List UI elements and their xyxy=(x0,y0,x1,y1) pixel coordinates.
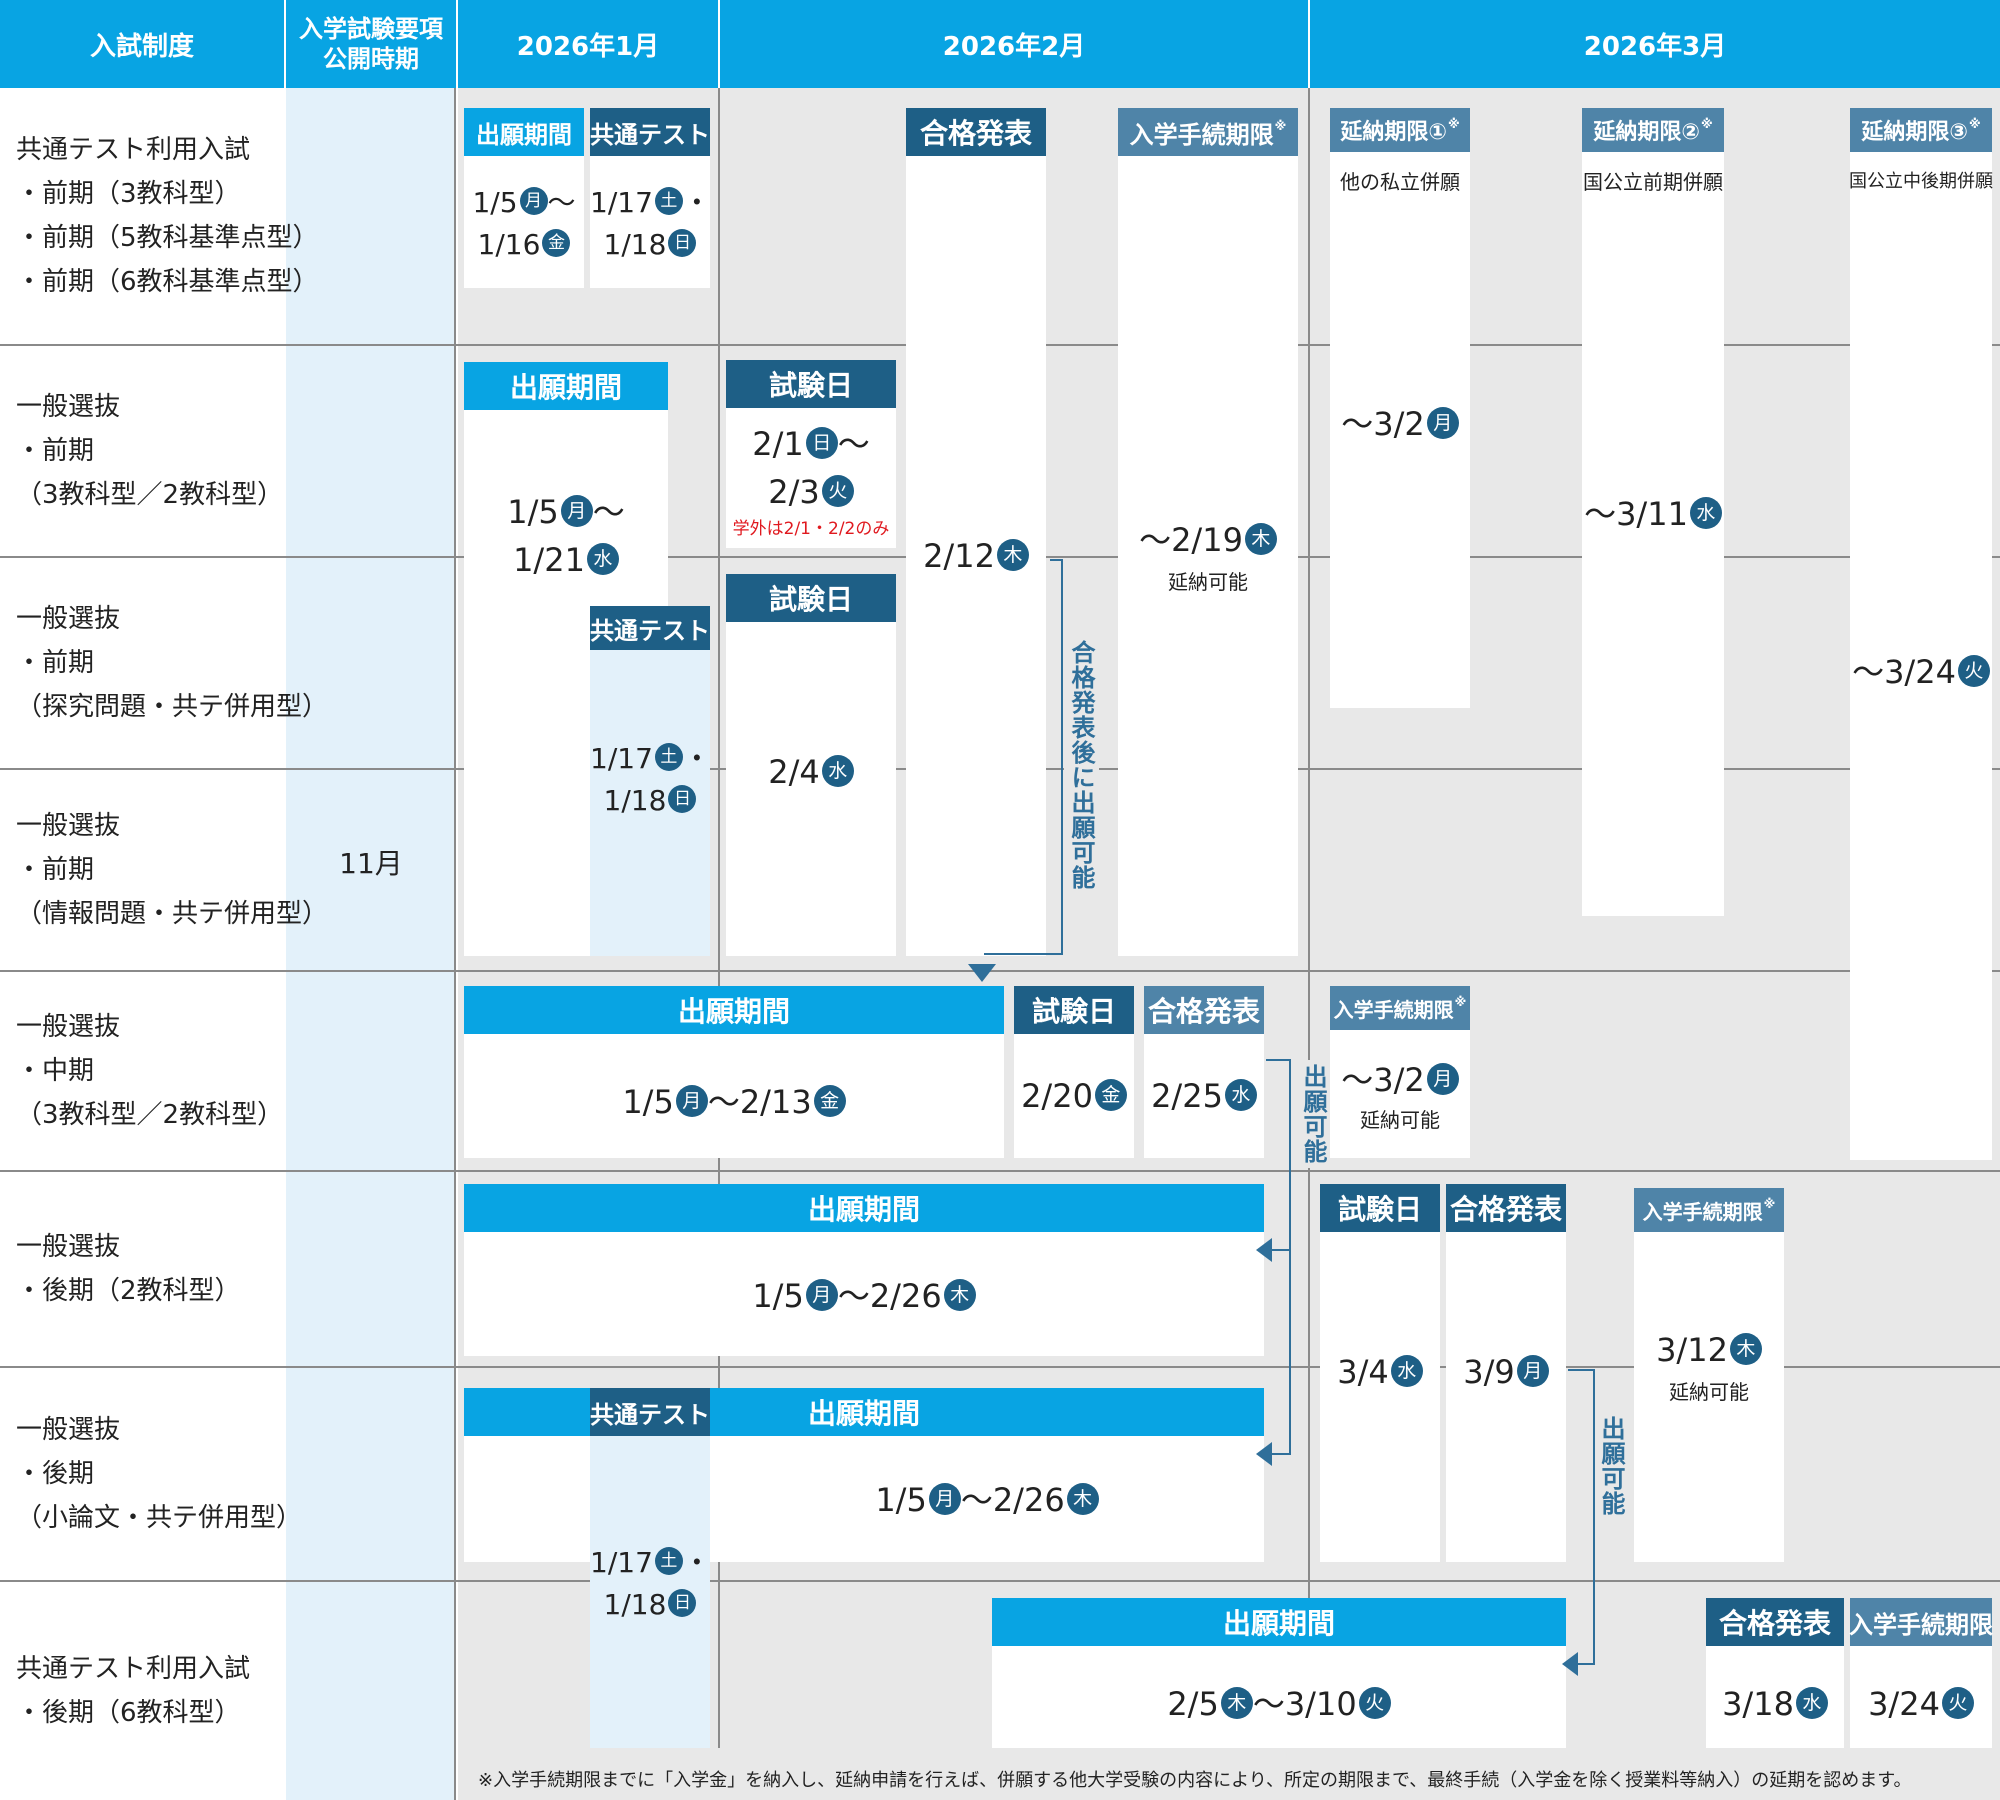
arrow-late-to-kyotsu xyxy=(1568,1369,1595,1665)
arrow-head-left xyxy=(1256,1238,1272,1262)
arrow-head-down xyxy=(968,964,996,982)
exam-schedule-table: 入試制度 入学試験要項 公開時期 2026年1月 2026年2月 2026年3月… xyxy=(0,0,2000,1800)
arrow-head-left xyxy=(1562,1652,1578,1676)
footnote: ※入学手続期限までに「入学金」を納入し、延納申請を行えば、併願する他大学受験の内… xyxy=(478,1770,1912,1791)
connector-arrows xyxy=(968,559,1595,1676)
arrow-early-to-mid xyxy=(984,559,1063,955)
arrow-head-left xyxy=(1256,1442,1272,1466)
